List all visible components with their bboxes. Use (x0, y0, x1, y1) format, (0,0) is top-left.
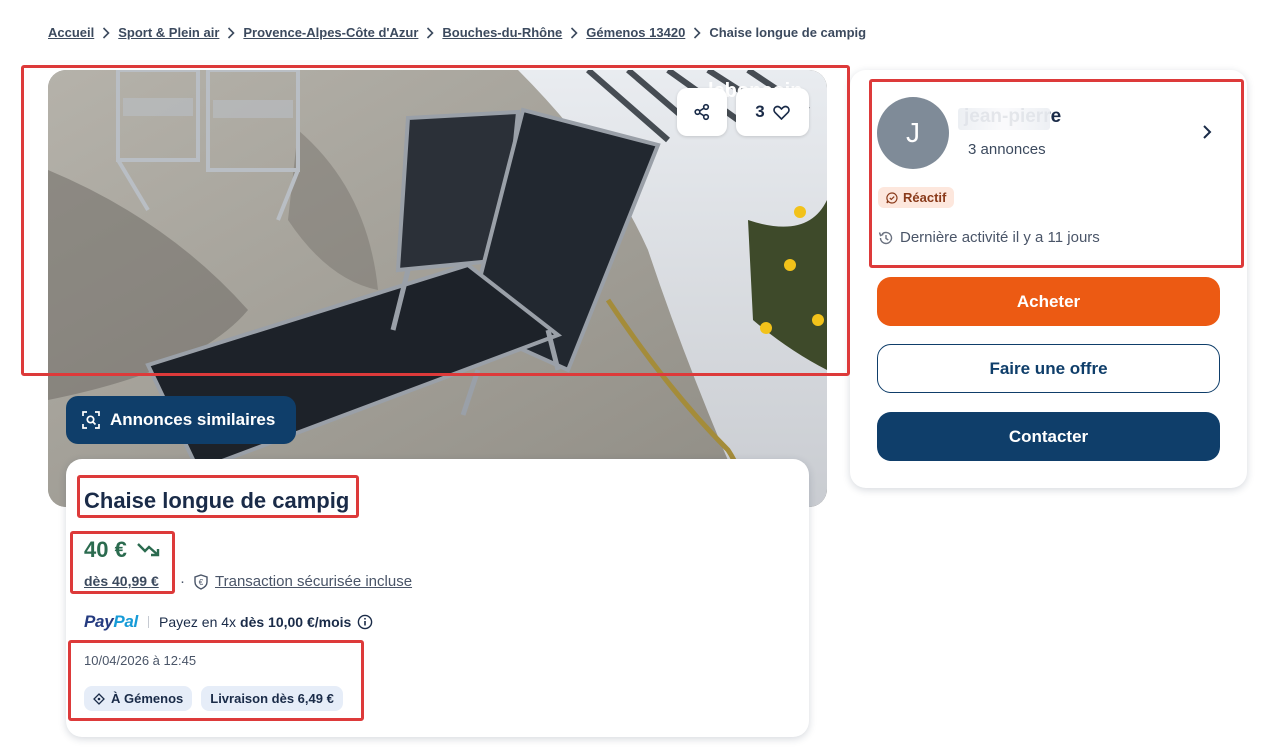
breadcrumb-current: Chaise longue de campig (709, 25, 867, 40)
favorite-button[interactable]: 3 (736, 88, 809, 136)
separator-dot: · (180, 573, 185, 590)
contact-button[interactable]: Contacter (877, 412, 1220, 461)
chevron-right-icon (426, 26, 435, 39)
price-drop-icon (136, 543, 160, 557)
favorite-count: 3 (755, 102, 765, 121)
breadcrumb-link-category[interactable]: Sport & Plein air (118, 25, 219, 40)
location-label: À Gémenos (111, 691, 184, 706)
name-redaction (958, 108, 1050, 130)
ad-price: 40 € (84, 537, 161, 563)
secure-transaction-label: Transaction sécurisée incluse (215, 573, 413, 590)
breadcrumb: Accueil Sport & Plein air Provence-Alpes… (48, 25, 866, 40)
similar-ads-label: Annonces similaires (110, 410, 276, 429)
seller-ads-count: 3 annonces (968, 141, 1046, 158)
breadcrumb-link-region[interactable]: Provence-Alpes-Côte d'Azur (243, 25, 418, 40)
breadcrumb-link-department[interactable]: Bouches-du-Rhône (442, 25, 562, 40)
make-offer-button[interactable]: Faire une offre (877, 344, 1220, 393)
publication-date: 10/04/2026 à 12:45 (84, 653, 197, 668)
breadcrumb-link-home[interactable]: Accueil (48, 25, 94, 40)
price-value: 40 € (84, 537, 127, 562)
paypal-text: Payez en 4x (158, 614, 237, 630)
chevron-right-icon (102, 26, 110, 39)
history-clock-icon (878, 231, 893, 244)
image-search-icon (82, 411, 100, 429)
buy-button[interactable]: Acheter (877, 277, 1220, 326)
chat-check-icon (886, 191, 898, 204)
responsive-badge: Réactif (878, 187, 955, 208)
chevron-right-icon (227, 26, 236, 39)
paypal-installments: PayPal Payez en 4x dès 10,00 €/mois (84, 612, 373, 632)
ad-title: Chaise longue de campig (84, 488, 350, 513)
last-activity-label: Dernière activité il y a 11 jours (900, 229, 1100, 246)
delivery-pill: Livraison dès 6,49 € (201, 686, 343, 711)
chevron-right-icon (693, 26, 701, 39)
divider (147, 616, 149, 628)
responsive-badge-label: Réactif (903, 190, 947, 205)
avatar[interactable]: J (877, 97, 949, 169)
similar-ads-button[interactable]: Annonces similaires (66, 396, 296, 444)
last-activity: Dernière activité il y a 11 jours (878, 229, 1100, 246)
ad-tags: À Gémenos Livraison dès 6,49 € (84, 686, 343, 711)
location-pill[interactable]: À Gémenos (84, 686, 193, 711)
location-target-icon (93, 692, 105, 705)
breadcrumb-link-city[interactable]: Gémenos 13420 (586, 25, 685, 40)
chevron-right-icon (570, 26, 578, 39)
secure-shield-icon: € (194, 573, 208, 590)
share-button[interactable] (677, 88, 727, 136)
info-icon[interactable] (357, 614, 373, 630)
chevron-right-icon[interactable] (1202, 124, 1212, 140)
paypal-amount: dès 10,00 €/mois (240, 614, 352, 630)
secure-transaction[interactable]: · € Transaction sécurisée incluse (180, 573, 412, 590)
share-icon (694, 103, 710, 121)
paypal-logo: PayPal (84, 612, 138, 631)
price-with-fees[interactable]: dès 40,99 € (84, 573, 159, 589)
svg-text:€: € (199, 578, 204, 587)
heart-icon (772, 105, 790, 120)
delivery-label: Livraison dès 6,49 € (210, 691, 334, 706)
